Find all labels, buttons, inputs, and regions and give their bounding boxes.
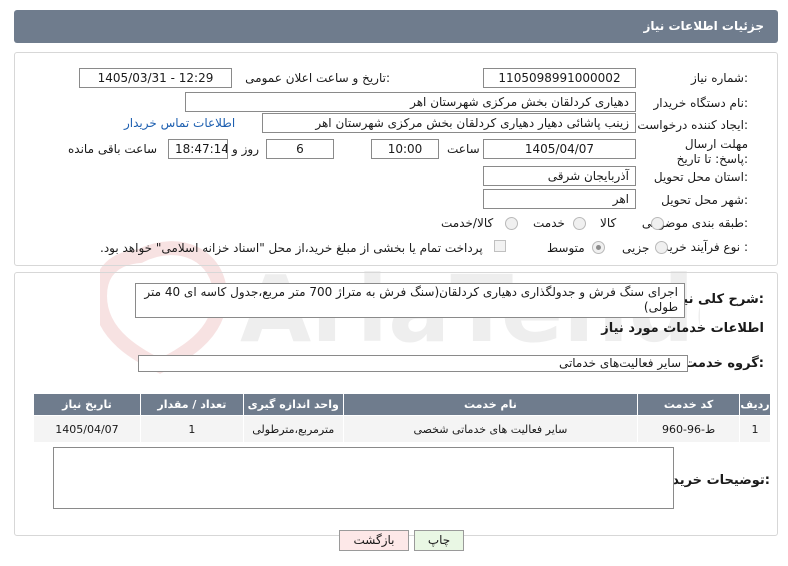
remaining-days-field: 6	[266, 139, 334, 159]
buyer-org-label: نام دستگاه خریدار:	[653, 96, 749, 110]
page-header: جزئیات اطلاعات نیاز	[14, 10, 778, 43]
cell-unit: مترمربع،مترطولی	[242, 415, 344, 443]
buyer-contact-link[interactable]: اطلاعات تماس خریدار	[124, 116, 235, 130]
col-header-row-number: ردیف	[739, 393, 771, 416]
need-number-field: 1105098991000002	[483, 68, 636, 88]
col-header-service-code: کد خدمت	[637, 393, 741, 416]
page-title: جزئیات اطلاعات نیاز	[643, 19, 764, 33]
category-option-service-label: خدمت	[533, 216, 565, 230]
col-header-service-name: نام خدمت	[342, 393, 639, 416]
deadline-label: مهلت ارسال پاسخ: تا تاریخ:	[676, 137, 748, 166]
category-option-goods-service-label: کالا/خدمت	[441, 216, 494, 230]
province-label: استان محل تحویل:	[653, 170, 748, 184]
province-field: آذربایجان شرقی	[483, 166, 636, 186]
col-header-need-date: تاریخ نیاز	[33, 393, 141, 416]
cell-service-code: ط-96-960	[637, 415, 741, 443]
col-header-quantity: تعداد / مقدار	[139, 393, 244, 416]
requester-field: زینب پاشائی دهیار دهیاری کردلقان بخش مرک…	[262, 113, 636, 133]
service-group-label: گروه خدمت:	[684, 356, 764, 371]
services-table-header-row: ردیف کد خدمت نام خدمت واحد اندازه گیری ت…	[33, 393, 771, 416]
cell-quantity: 1	[139, 415, 244, 443]
requester-label: ایجاد کننده درخواست:	[637, 118, 748, 132]
service-group-field: سایر فعالیت‌های خدماتی	[138, 355, 688, 372]
process-option-medium-label: متوسط	[547, 241, 585, 255]
category-option-goods-label: کالا	[600, 216, 617, 230]
category-option-goods-service-radio[interactable]	[505, 217, 518, 230]
deadline-time-field: 10:00	[371, 139, 439, 159]
city-label: شهر محل تحویل:	[661, 193, 748, 207]
process-option-minor-radio[interactable]	[655, 241, 668, 254]
services-table: ردیف کد خدمت نام خدمت واحد اندازه گیری ت…	[33, 393, 771, 443]
services-info-heading: اطلاعات خدمات مورد نیاز	[601, 321, 764, 336]
buyer-notes-textarea[interactable]	[53, 447, 674, 509]
announce-datetime-field: 1405/03/31 - 12:29	[79, 68, 232, 88]
buyer-org-field: دهیاری کردلقان بخش مرکزی شهرستان اهر	[185, 92, 636, 112]
treasury-payment-note: پرداخت تمام یا بخشی از مبلغ خرید،از محل …	[100, 241, 483, 255]
deadline-date-field: 1405/04/07	[483, 139, 636, 159]
deadline-time-label: ساعت	[447, 142, 480, 156]
process-option-minor-label: جزیی	[622, 241, 650, 255]
buyer-notes-label: توضیحات خریدار:	[660, 473, 770, 488]
table-row: 1 ط-96-960 سایر فعالیت های خدماتی شخصی م…	[33, 415, 771, 443]
cell-row-number: 1	[739, 415, 771, 443]
remaining-time-field: 18:47:14	[168, 139, 228, 159]
general-description-field: اجرای سنگ فرش و جدولگذاری دهیاری کردلقان…	[135, 283, 685, 318]
cell-need-date: 1405/04/07	[33, 415, 141, 443]
remaining-days-label: روز و	[232, 142, 259, 156]
city-field: اهر	[483, 189, 636, 209]
back-button[interactable]: بازگشت	[339, 530, 409, 551]
cell-service-name: سایر فعالیت های خدماتی شخصی	[342, 415, 639, 443]
process-type-label: نوع فرآیند خرید :	[663, 240, 748, 254]
process-option-medium-radio[interactable]	[592, 241, 605, 254]
remaining-time-label: ساعت باقی مانده	[68, 142, 158, 156]
need-number-label: شماره نیاز:	[690, 71, 748, 85]
print-button[interactable]: چاپ	[414, 530, 464, 551]
col-header-unit: واحد اندازه گیری	[242, 393, 344, 416]
announce-datetime-label: تاریخ و ساعت اعلان عمومی:	[245, 71, 390, 85]
category-option-goods-radio[interactable]	[651, 217, 664, 230]
treasury-payment-checkbox[interactable]	[494, 240, 506, 252]
category-option-service-radio[interactable]	[573, 217, 586, 230]
